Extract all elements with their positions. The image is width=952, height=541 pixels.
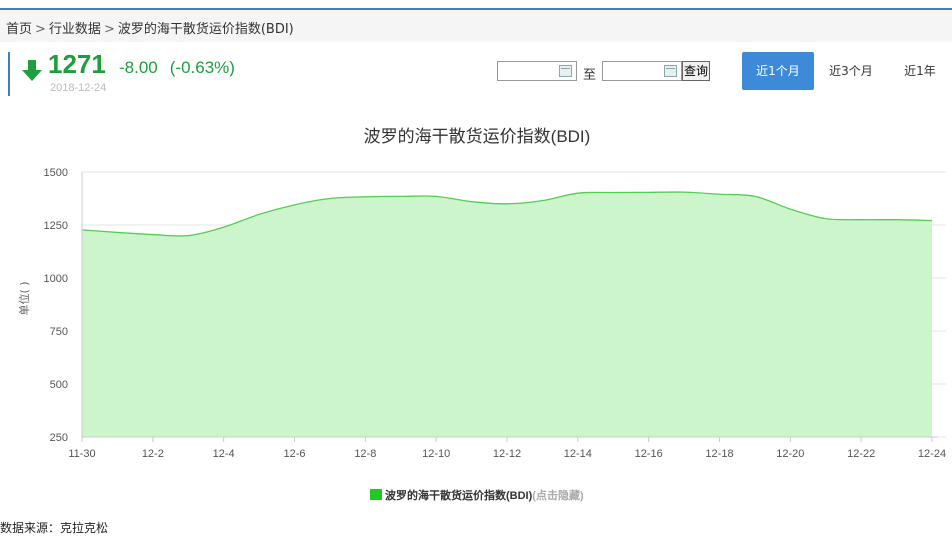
y-tick-label: 500 bbox=[50, 379, 68, 391]
index-value: 1271 bbox=[48, 49, 106, 79]
y-tick-label: 1250 bbox=[44, 220, 68, 232]
x-tick-label: 12-2 bbox=[142, 448, 164, 460]
index-change: -8.00 (-0.63%) bbox=[119, 58, 235, 78]
x-tick-label: 12-8 bbox=[354, 448, 376, 460]
arrow-down-icon bbox=[22, 60, 42, 81]
range-tab-1-year[interactable]: 近1年 bbox=[892, 52, 948, 90]
y-tick-label: 1000 bbox=[44, 273, 68, 285]
query-button[interactable]: 查询 bbox=[682, 61, 710, 81]
date-range-separator: 至 bbox=[583, 68, 597, 83]
end-date-input[interactable] bbox=[602, 61, 682, 81]
breadcrumb-separator: > bbox=[35, 22, 46, 37]
y-axis-label: 单位( ) bbox=[17, 281, 31, 315]
range-tab-3-months[interactable]: 近3个月 bbox=[820, 52, 882, 90]
quote-accent-bar bbox=[8, 52, 10, 96]
x-tick-label: 12-4 bbox=[213, 448, 235, 460]
breadcrumb-current: 波罗的海干散货运价指数(BDI) bbox=[117, 22, 294, 37]
x-tick-label: 12-10 bbox=[422, 448, 450, 460]
x-tick-label: 12-24 bbox=[918, 448, 946, 460]
x-tick-label: 12-22 bbox=[847, 448, 875, 460]
breadcrumb-home-link[interactable]: 首页 bbox=[6, 22, 32, 37]
x-tick-label: 12-18 bbox=[705, 448, 733, 460]
breadcrumb: 首页 > 行业数据 > 波罗的海干散货运价指数(BDI) bbox=[6, 18, 294, 37]
start-date-input[interactable] bbox=[497, 61, 577, 81]
y-tick-label: 750 bbox=[50, 326, 68, 338]
x-tick-label: 12-12 bbox=[493, 448, 521, 460]
legend-swatch bbox=[370, 489, 382, 500]
chart-title: 波罗的海干散货运价指数(BDI) bbox=[364, 127, 591, 146]
calendar-icon[interactable] bbox=[664, 65, 677, 77]
breadcrumb-separator: > bbox=[103, 22, 115, 37]
x-tick-label: 12-6 bbox=[283, 448, 305, 460]
change-percent: (-0.63%) bbox=[169, 58, 235, 77]
change-amount: -8.00 bbox=[119, 58, 158, 77]
x-tick-label: 12-14 bbox=[564, 448, 592, 460]
data-source: 数据来源：克拉克松 bbox=[0, 521, 109, 535]
legend-series-label: 波罗的海干散货运价指数(BDI) bbox=[385, 490, 533, 502]
calendar-icon[interactable] bbox=[559, 65, 572, 77]
x-tick-label: 12-20 bbox=[776, 448, 804, 460]
x-tick-label: 12-16 bbox=[635, 448, 663, 460]
chart-legend[interactable]: 波罗的海干散货运价指数(BDI)(点击隐藏) bbox=[370, 487, 584, 503]
range-tab-1-month[interactable]: 近1个月 bbox=[742, 52, 814, 90]
legend-toggle-hint: (点击隐藏) bbox=[532, 490, 584, 502]
breadcrumb-industry-data-link[interactable]: 行业数据 bbox=[49, 22, 101, 37]
series-area bbox=[82, 192, 932, 437]
y-tick-label: 250 bbox=[50, 432, 68, 444]
quote-date: 2018-12-24 bbox=[50, 82, 107, 94]
y-tick-label: 1500 bbox=[44, 167, 68, 179]
x-tick-label: 11-30 bbox=[68, 448, 95, 460]
bdi-area-chart: 波罗的海干散货运价指数(BDI) 250 500 750 1000 1250 1500 11-… bbox=[17, 127, 946, 460]
